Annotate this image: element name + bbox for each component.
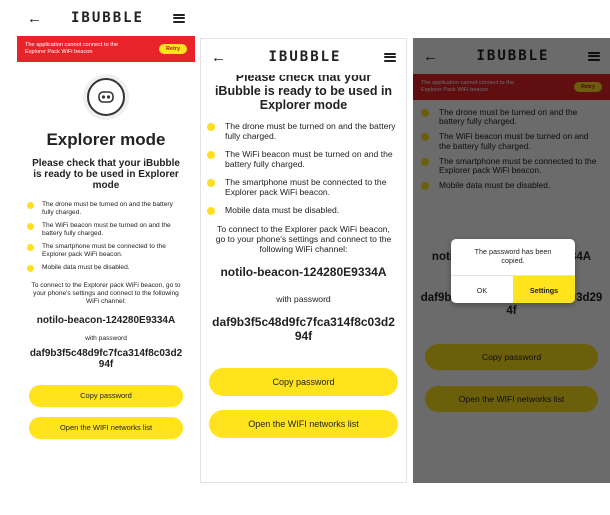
checklist-item: The drone must be turned on and the batt… bbox=[27, 201, 185, 216]
screenshot-canvas: ← IBUBBLE The application cannot connect… bbox=[0, 0, 610, 515]
password-copied-dialog: The password has been copied. OK Setting… bbox=[451, 239, 575, 303]
wifi-instructions: To connect to the Explorer pack WiFi bea… bbox=[31, 282, 181, 305]
top-bar: ← IBUBBLE bbox=[17, 0, 195, 36]
open-wifi-list-button[interactable]: Open the WIFI networks list bbox=[425, 386, 598, 413]
bullet-dot-icon bbox=[27, 223, 34, 231]
bullet-dot-icon bbox=[421, 157, 429, 166]
top-bar: ← IBUBBLE bbox=[413, 38, 610, 74]
bullet-dot-icon bbox=[421, 133, 429, 142]
readiness-checklist: The drone must be turned on and the batt… bbox=[201, 122, 406, 215]
open-wifi-list-button[interactable]: Open the WIFI networks list bbox=[29, 416, 183, 439]
copy-password-button[interactable]: Copy password bbox=[425, 344, 598, 371]
readiness-checklist: The drone must be turned on and the batt… bbox=[17, 201, 195, 273]
menu-icon[interactable] bbox=[383, 52, 396, 62]
connection-alert-banner: The application cannot connect to the Ex… bbox=[17, 36, 195, 62]
bullet-dot-icon bbox=[421, 109, 429, 117]
phone-screen-explorer-mode: ← IBUBBLE The application cannot connect… bbox=[17, 0, 195, 515]
checklist-item: The WiFi beacon must be turned on and th… bbox=[207, 149, 400, 169]
obscured-instructions-area bbox=[413, 197, 610, 243]
retry-button[interactable]: Retry bbox=[158, 44, 187, 54]
dialog-ok-button[interactable]: OK bbox=[451, 276, 513, 303]
dialog-actions: OK Settings bbox=[451, 275, 575, 303]
wifi-network-name: notilo-beacon-124280E9334A bbox=[220, 265, 387, 280]
checklist-item: Mobile data must be disabled. bbox=[207, 205, 400, 215]
phone-screen-scrolled: ← IBUBBLE Please check that your iBubble… bbox=[200, 38, 407, 483]
checklist-item: Mobile data must be disabled. bbox=[27, 264, 185, 273]
copy-password-button[interactable]: Copy password bbox=[209, 367, 398, 396]
alert-message: The application cannot connect to the Ex… bbox=[25, 42, 118, 55]
wifi-password: daf9b3f5c48d9fc7fca314f8c03d294f bbox=[212, 315, 395, 343]
back-arrow-icon[interactable]: ← bbox=[27, 11, 42, 26]
with-password-label: with password bbox=[85, 334, 127, 342]
page-title: Explorer mode bbox=[46, 130, 166, 149]
drone-icon bbox=[87, 78, 125, 116]
dialog-message: The password has been copied. bbox=[474, 247, 552, 265]
checklist-item: Mobile data must be disabled. bbox=[421, 181, 602, 191]
app-logo: IBUBBLE bbox=[70, 10, 144, 26]
wifi-password: daf9b3f5c48d9fc7fca314f8c03d294f bbox=[29, 347, 183, 371]
copy-password-button[interactable]: Copy password bbox=[29, 384, 183, 407]
back-arrow-icon[interactable]: ← bbox=[211, 50, 226, 65]
with-password-label: with password bbox=[276, 294, 331, 305]
checklist-item: The smartphone must be connected to the … bbox=[207, 177, 400, 197]
wifi-instructions: To connect to the Explorer pack WiFi bea… bbox=[215, 224, 392, 254]
bullet-dot-icon bbox=[207, 179, 215, 188]
menu-icon[interactable] bbox=[587, 51, 600, 61]
checklist-item: The smartphone must be connected to the … bbox=[421, 156, 602, 175]
wifi-network-name: notilo-beacon-124280E9334A bbox=[36, 315, 176, 327]
page-subtitle: Please check that your iBubble is ready … bbox=[214, 70, 393, 112]
bullet-dot-icon bbox=[27, 202, 34, 209]
checklist-item: The WiFi beacon must be turned on and th… bbox=[27, 222, 185, 237]
bullet-dot-icon bbox=[27, 265, 34, 273]
dialog-settings-button[interactable]: Settings bbox=[513, 276, 575, 303]
checklist-item: The drone must be turned on and the batt… bbox=[421, 107, 602, 126]
open-wifi-list-button[interactable]: Open the WIFI networks list bbox=[209, 409, 398, 438]
app-logo: IBUBBLE bbox=[476, 48, 550, 64]
bullet-dot-icon bbox=[27, 244, 34, 252]
bullet-dot-icon bbox=[207, 151, 215, 160]
checklist-item: The smartphone must be connected to the … bbox=[27, 243, 185, 258]
bullet-dot-icon bbox=[421, 182, 429, 191]
page-subtitle: Please check that your iBubble is ready … bbox=[32, 158, 180, 191]
checklist-item: The drone must be turned on and the batt… bbox=[207, 122, 400, 141]
retry-button[interactable]: Retry bbox=[573, 82, 602, 92]
bullet-dot-icon bbox=[207, 123, 215, 132]
drone-icon-container bbox=[17, 78, 195, 116]
connection-alert-banner: The application cannot connect to the Ex… bbox=[413, 74, 610, 100]
top-bar: ← IBUBBLE bbox=[201, 39, 406, 75]
phone-screen-password-copied: ← IBUBBLE The application cannot connect… bbox=[413, 38, 610, 483]
alert-message: The application cannot connect to the Ex… bbox=[421, 80, 514, 93]
menu-icon[interactable] bbox=[172, 13, 185, 23]
bullet-dot-icon bbox=[207, 206, 215, 215]
back-arrow-icon[interactable]: ← bbox=[423, 49, 438, 64]
checklist-item: The WiFi beacon must be turned on and th… bbox=[421, 132, 602, 150]
app-logo: IBUBBLE bbox=[268, 49, 342, 65]
readiness-checklist: The drone must be turned on and the batt… bbox=[413, 107, 610, 191]
